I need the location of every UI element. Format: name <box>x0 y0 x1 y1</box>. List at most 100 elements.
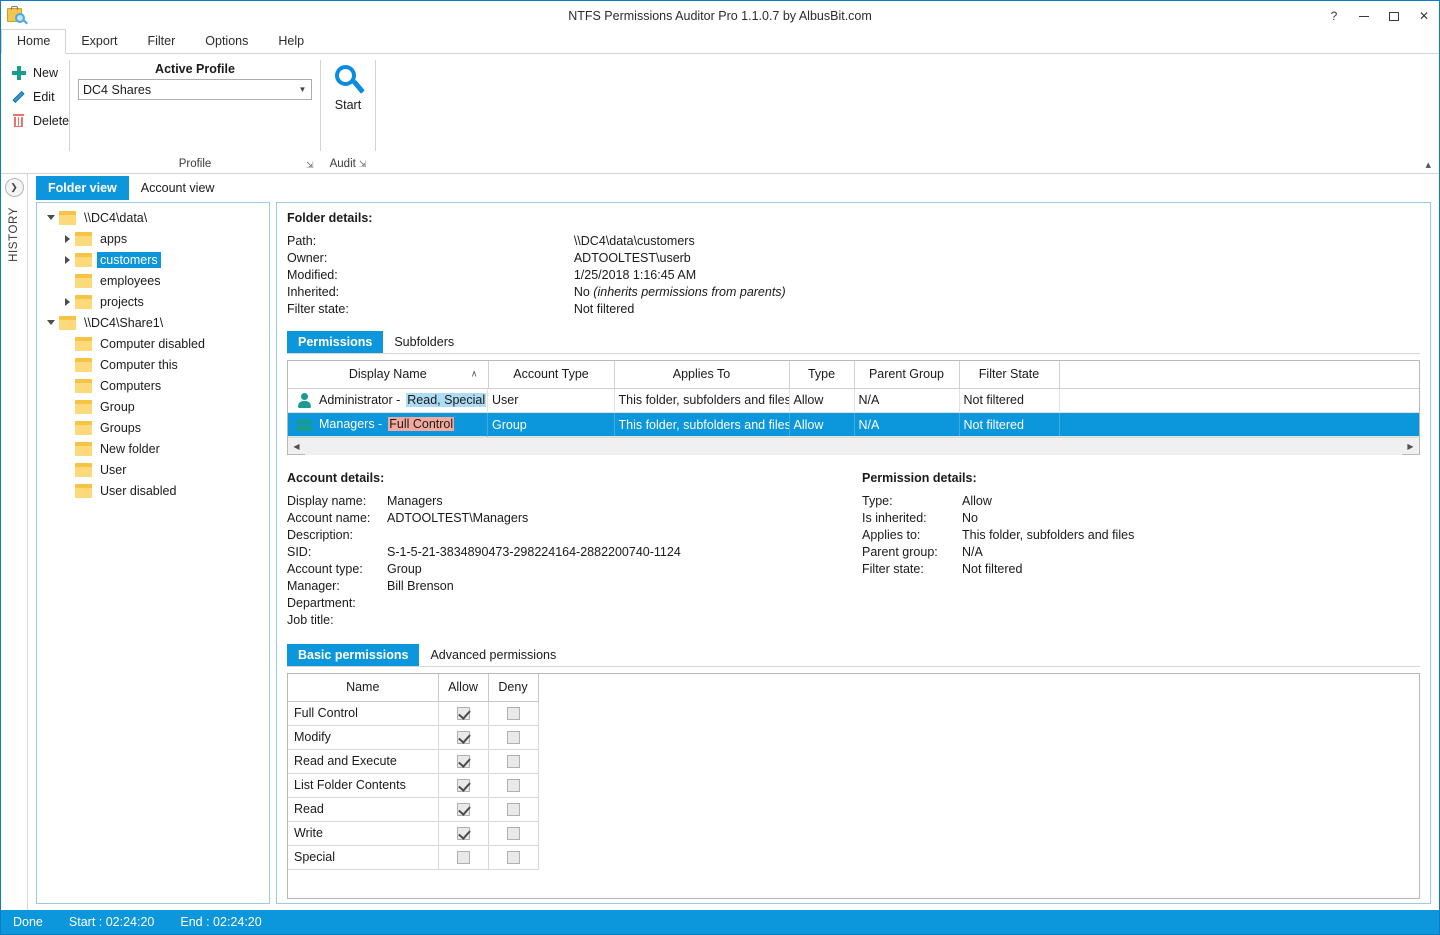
cell-allow[interactable] <box>438 773 488 797</box>
tab-account-view[interactable]: Account view <box>129 176 227 200</box>
cell-deny[interactable] <box>488 701 538 725</box>
table-row[interactable]: Special <box>288 845 538 869</box>
tree-item-dc4-data[interactable]: \\DC4\data\ <box>37 207 269 228</box>
profile-dialog-launcher[interactable]: ⇲ <box>306 160 316 170</box>
allow-checkbox[interactable] <box>457 779 470 792</box>
allow-checkbox[interactable] <box>457 851 470 864</box>
tree-item-new-folder[interactable]: New folder <box>37 438 269 459</box>
ribbon-group-actions-label <box>1 155 69 173</box>
table-row[interactable]: Modify <box>288 725 538 749</box>
col-filler <box>1059 361 1419 388</box>
scroll-right-icon[interactable]: ▶ <box>1402 442 1419 451</box>
cell-deny[interactable] <box>488 725 538 749</box>
tree-item-apps[interactable]: apps <box>37 228 269 249</box>
deny-checkbox[interactable] <box>507 851 520 864</box>
deny-checkbox[interactable] <box>507 803 520 816</box>
scroll-left-icon[interactable]: ◀ <box>288 442 305 451</box>
cell-allow[interactable] <box>438 845 488 869</box>
active-profile-select[interactable]: DC4 Shares ▼ <box>78 79 312 100</box>
close-button[interactable]: ✕ <box>1409 1 1439 31</box>
cell-deny[interactable] <box>488 845 538 869</box>
help-button[interactable]: ? <box>1319 1 1349 31</box>
ribbon-tab-filter[interactable]: Filter <box>132 30 190 53</box>
tree-item-customers[interactable]: customers <box>37 249 269 270</box>
edit-profile-button[interactable]: Edit <box>7 86 74 107</box>
scroll-track[interactable] <box>305 438 1402 455</box>
cell-allow[interactable] <box>438 797 488 821</box>
allow-checkbox[interactable] <box>457 755 470 768</box>
cell-deny[interactable] <box>488 773 538 797</box>
cell-deny[interactable] <box>488 797 538 821</box>
col-filter-state[interactable]: Filter State <box>959 361 1059 388</box>
tab-folder-view[interactable]: Folder view <box>36 176 129 200</box>
ribbon-collapse-button[interactable]: ▴ <box>1425 158 1431 171</box>
deny-checkbox[interactable] <box>507 779 520 792</box>
audit-dialog-launcher[interactable]: ⇲ <box>359 159 367 170</box>
tab-advanced-permissions[interactable]: Advanced permissions <box>419 644 567 666</box>
tree-item-projects[interactable]: projects <box>37 291 269 312</box>
status-start-time: Start : 02:24:20 <box>69 915 154 929</box>
deny-checkbox[interactable] <box>507 731 520 744</box>
start-audit-button[interactable]: Start <box>321 58 375 113</box>
folder-icon <box>75 484 92 498</box>
deny-checkbox[interactable] <box>507 707 520 720</box>
tab-subfolders[interactable]: Subfolders <box>383 331 465 353</box>
col-type[interactable]: Type <box>789 361 854 388</box>
table-row[interactable]: Administrator - Read, Special User This … <box>288 388 1419 413</box>
cell-allow[interactable] <box>438 701 488 725</box>
col-account-type[interactable]: Account Type <box>488 361 614 388</box>
deny-checkbox[interactable] <box>507 827 520 840</box>
twisty-collapsed-icon[interactable] <box>59 291 75 312</box>
table-row[interactable]: Write <box>288 821 538 845</box>
table-row[interactable]: Full Control <box>288 701 538 725</box>
maximize-button[interactable] <box>1379 1 1409 31</box>
ribbon-tab-help[interactable]: Help <box>263 30 319 53</box>
twisty-collapsed-icon[interactable] <box>59 228 75 249</box>
tree-item-group[interactable]: Group <box>37 396 269 417</box>
folder-tree[interactable]: \\DC4\data\ apps customers <box>36 202 270 904</box>
col-display-name[interactable]: Display Name ∧ <box>288 361 488 388</box>
ribbon-tab-options[interactable]: Options <box>190 30 263 53</box>
ribbon-tab-home[interactable]: Home <box>1 29 66 54</box>
tab-basic-permissions[interactable]: Basic permissions <box>287 644 419 666</box>
tree-item-computer-disabled[interactable]: Computer disabled <box>37 333 269 354</box>
permission-details-table: Type: Allow Is inherited: No Applies to:… <box>862 493 1134 578</box>
allow-checkbox[interactable] <box>457 707 470 720</box>
cell-allow[interactable] <box>438 821 488 845</box>
delete-profile-button[interactable]: Delete <box>7 110 74 131</box>
tree-item-dc4-share1[interactable]: \\DC4\Share1\ <box>37 312 269 333</box>
allow-checkbox[interactable] <box>457 731 470 744</box>
tree-item-computers[interactable]: Computers <box>37 375 269 396</box>
deny-checkbox[interactable] <box>507 755 520 768</box>
minimize-button[interactable] <box>1349 1 1379 31</box>
new-profile-button[interactable]: New <box>7 62 74 83</box>
allow-checkbox[interactable] <box>457 803 470 816</box>
allow-checkbox[interactable] <box>457 827 470 840</box>
table-row[interactable]: List Folder Contents <box>288 773 538 797</box>
cell-allow[interactable] <box>438 749 488 773</box>
cell-deny[interactable] <box>488 749 538 773</box>
twisty-expanded-icon[interactable] <box>43 207 59 228</box>
tree-item-user[interactable]: User <box>37 459 269 480</box>
cell-allow[interactable] <box>438 725 488 749</box>
tree-item-computer-this[interactable]: Computer this <box>37 354 269 375</box>
history-expand-button[interactable]: ❯ <box>5 178 24 197</box>
tree-item-label: Computers <box>97 378 164 394</box>
ribbon-tab-export[interactable]: Export <box>66 30 132 53</box>
twisty-expanded-icon[interactable] <box>43 312 59 333</box>
app-logo-icon <box>7 6 29 26</box>
permissions-horizontal-scrollbar[interactable]: ◀ ▶ <box>288 437 1419 454</box>
ribbon-group-actions: New Edit Delete <box>1 54 69 173</box>
folder-inherited-label: Inherited: <box>287 284 574 301</box>
table-row[interactable]: Managers - Full Control Group This folde… <box>288 413 1419 437</box>
twisty-collapsed-icon[interactable] <box>59 249 75 270</box>
col-applies-to[interactable]: Applies To <box>614 361 789 388</box>
table-row[interactable]: Read and Execute <box>288 749 538 773</box>
tree-item-groups[interactable]: Groups <box>37 417 269 438</box>
cell-deny[interactable] <box>488 821 538 845</box>
tree-item-employees[interactable]: employees <box>37 270 269 291</box>
table-row[interactable]: Read <box>288 797 538 821</box>
tree-item-user-disabled[interactable]: User disabled <box>37 480 269 501</box>
col-parent-group[interactable]: Parent Group <box>854 361 959 388</box>
tab-permissions[interactable]: Permissions <box>287 331 383 353</box>
